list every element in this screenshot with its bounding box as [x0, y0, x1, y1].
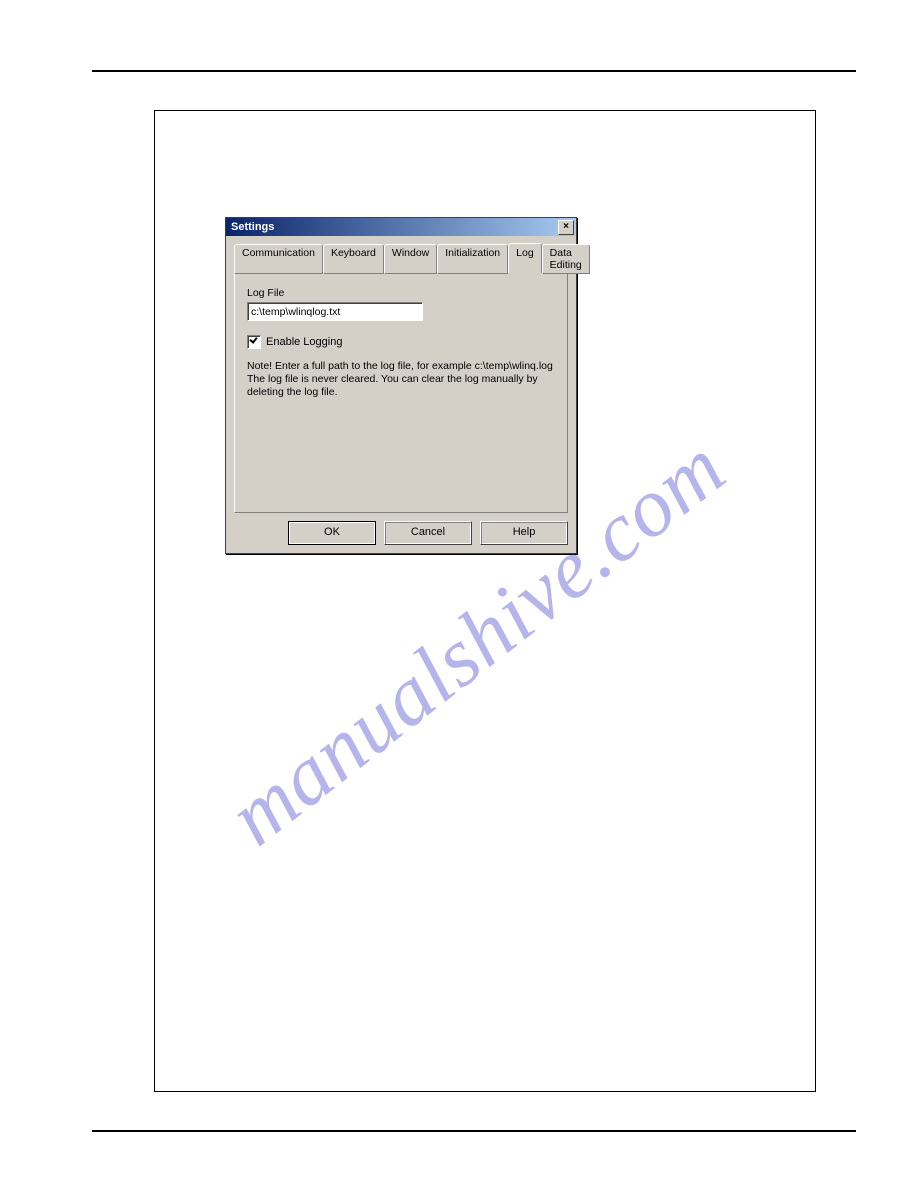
footer-rule: [92, 1130, 856, 1132]
tab-log[interactable]: Log: [508, 243, 542, 273]
dialog-titlebar: Settings ×: [226, 218, 576, 236]
settings-dialog: Settings × Communication Keyboard Window…: [225, 217, 577, 554]
header-rule: [92, 70, 856, 72]
tab-page-log: Log File Enable Logging Note! Enter a fu…: [234, 272, 568, 513]
page-border: Settings × Communication Keyboard Window…: [154, 110, 816, 1092]
enable-logging-checkbox[interactable]: [247, 335, 261, 349]
dialog-buttons: OK Cancel Help: [234, 521, 568, 545]
enable-logging-label: Enable Logging: [266, 336, 342, 348]
note-text: Note! Enter a full path to the log file,…: [247, 360, 555, 399]
dialog-title: Settings: [231, 221, 274, 233]
tab-data-editing[interactable]: Data Editing: [542, 244, 590, 274]
tab-window[interactable]: Window: [384, 244, 437, 274]
tab-keyboard[interactable]: Keyboard: [323, 244, 384, 274]
help-button[interactable]: Help: [480, 521, 568, 545]
enable-logging-row[interactable]: Enable Logging: [247, 335, 555, 349]
tab-strip: Communication Keyboard Window Initializa…: [234, 243, 568, 273]
ok-button[interactable]: OK: [288, 521, 376, 545]
log-file-input[interactable]: [247, 302, 423, 321]
close-button[interactable]: ×: [558, 220, 574, 235]
dialog-body: Communication Keyboard Window Initializa…: [226, 236, 576, 553]
log-file-label: Log File: [247, 287, 555, 299]
cancel-button[interactable]: Cancel: [384, 521, 472, 545]
tab-initialization[interactable]: Initialization: [437, 244, 508, 274]
tab-communication[interactable]: Communication: [234, 244, 323, 274]
